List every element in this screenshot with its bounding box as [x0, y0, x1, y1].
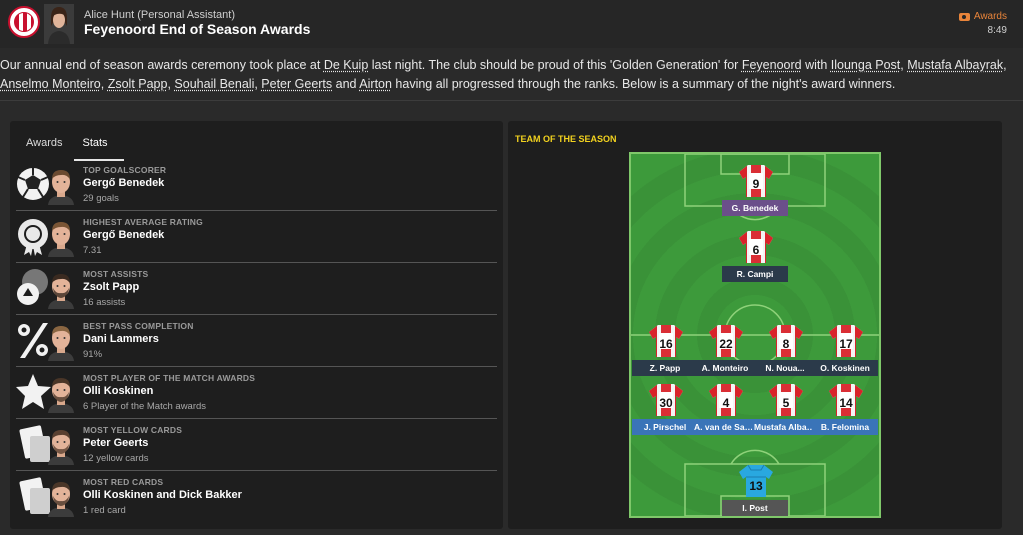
- player-nameplate[interactable]: Z. Papp: [632, 360, 698, 376]
- award-detail: 16 assists: [83, 297, 126, 308]
- award-row[interactable]: MOST RED CARDS Olli Koskinen and Dick Bak…: [16, 471, 497, 523]
- award-row[interactable]: BEST PASS COMPLETION Dani Lammers 91%: [16, 315, 497, 367]
- awards-tag-label: Awards: [973, 11, 1007, 22]
- player-link[interactable]: Anselmo Monteiro: [0, 77, 101, 91]
- message-time: 8:49: [987, 25, 1007, 36]
- award-player-name[interactable]: Olli Koskinen: [83, 385, 153, 397]
- award-detail: 7.31: [83, 245, 102, 256]
- shirt-icon: 13: [738, 464, 774, 498]
- award-player-name[interactable]: Gergő Benedek: [83, 177, 164, 189]
- svg-text:5: 5: [783, 396, 790, 410]
- award-row[interactable]: HIGHEST AVERAGE RATING Gergő Benedek 7.31: [16, 211, 497, 263]
- divider: [0, 100, 1023, 101]
- award-player-name[interactable]: Gergő Benedek: [83, 229, 164, 241]
- club-crest-icon: [8, 6, 40, 38]
- tab-stats[interactable]: Stats: [72, 137, 124, 161]
- player-link[interactable]: Ilounga Post: [831, 58, 901, 72]
- tab-awards[interactable]: Awards: [16, 137, 72, 161]
- player-link[interactable]: Airton: [359, 77, 392, 91]
- award-row[interactable]: MOST ASSISTS Zsolt Papp 16 assists: [16, 263, 497, 315]
- player-nameplate[interactable]: O. Koskinen: [812, 360, 878, 376]
- player-face-avatar[interactable]: [46, 219, 76, 257]
- award-player-name[interactable]: Zsolt Papp: [83, 281, 139, 293]
- player-link[interactable]: Souhail Benali: [174, 77, 254, 91]
- team-of-season-title: TEAM OF THE SEASON: [515, 134, 617, 144]
- sender-name: Alice Hunt (Personal Assistant): [84, 9, 236, 21]
- award-list: TOP GOALSCORER Gergő Benedek 29 goals HIGHE…: [16, 159, 497, 523]
- tag-icon: [958, 12, 970, 21]
- shirt-icon: 17: [828, 324, 864, 358]
- player-nameplate[interactable]: R. Campi: [722, 266, 788, 282]
- player-face-avatar[interactable]: [46, 479, 76, 517]
- assistant-avatar[interactable]: [44, 4, 74, 44]
- player-nameplate[interactable]: B. Felomina: [812, 419, 878, 435]
- award-detail: 12 yellow cards: [83, 453, 149, 464]
- player-nameplate[interactable]: N. Noua...: [752, 360, 818, 376]
- svg-text:16: 16: [659, 337, 673, 351]
- award-category: MOST YELLOW CARDS: [83, 425, 183, 435]
- player-link[interactable]: Peter Geerts: [261, 77, 332, 91]
- award-category: BEST PASS COMPLETION: [83, 321, 194, 331]
- player-face-avatar[interactable]: [46, 271, 76, 309]
- awards-tabs: Awards Stats: [16, 137, 124, 161]
- shirt-icon: 16: [648, 324, 684, 358]
- award-detail: 29 goals: [83, 193, 119, 204]
- svg-text:8: 8: [783, 337, 790, 351]
- svg-text:9: 9: [753, 177, 760, 191]
- svg-text:14: 14: [839, 396, 853, 410]
- player-face-avatar[interactable]: [46, 167, 76, 205]
- awards-tag[interactable]: Awards: [958, 11, 1007, 22]
- award-row[interactable]: MOST YELLOW CARDS Peter Geerts 12 yellow c…: [16, 419, 497, 471]
- award-category: MOST PLAYER OF THE MATCH AWARDS: [83, 373, 256, 383]
- award-player-name[interactable]: Olli Koskinen and Dick Bakker: [83, 489, 242, 501]
- player-face-avatar[interactable]: [46, 427, 76, 465]
- svg-text:22: 22: [719, 337, 733, 351]
- player-nameplate[interactable]: G. Benedek: [722, 200, 788, 216]
- svg-text:4: 4: [723, 396, 730, 410]
- svg-text:17: 17: [839, 337, 853, 351]
- awards-panel: Awards Stats TOP GOALSCORER Gergő Benedek…: [10, 121, 503, 529]
- message-body: Our annual end of season awards ceremony…: [0, 58, 1007, 91]
- shirt-icon: 30: [648, 383, 684, 417]
- award-row[interactable]: MOST PLAYER OF THE MATCH AWARDS Olli Kosk…: [16, 367, 497, 419]
- award-row[interactable]: TOP GOALSCORER Gergő Benedek 29 goals: [16, 159, 497, 211]
- player-nameplate[interactable]: Mustafa Albay...: [752, 419, 818, 435]
- stadium-link[interactable]: De Kuip: [324, 58, 368, 72]
- shirt-icon: 5: [768, 383, 804, 417]
- player-nameplate[interactable]: J. Pirschel: [632, 419, 698, 435]
- award-category: HIGHEST AVERAGE RATING: [83, 217, 203, 227]
- pitch: 9 G. Benedek 6 R. Campi 16 Z. Papp 22 A. Montei…: [629, 152, 881, 518]
- shirt-icon: 9: [738, 164, 774, 198]
- svg-text:6: 6: [753, 243, 760, 257]
- award-detail: 91%: [83, 349, 103, 360]
- message-header: Alice Hunt (Personal Assistant) Feyenoor…: [0, 0, 1023, 48]
- club-link[interactable]: Feyenoord: [742, 58, 802, 72]
- shirt-icon: 6: [738, 230, 774, 264]
- award-category: MOST ASSISTS: [83, 269, 149, 279]
- award-category: MOST RED CARDS: [83, 477, 164, 487]
- player-face-avatar[interactable]: [46, 323, 76, 361]
- shirt-icon: 22: [708, 324, 744, 358]
- player-nameplate[interactable]: A. van de Sande: [692, 419, 758, 435]
- shirt-icon: 14: [828, 383, 864, 417]
- svg-text:30: 30: [659, 396, 673, 410]
- award-player-name[interactable]: Peter Geerts: [83, 437, 148, 449]
- shirt-icon: 8: [768, 324, 804, 358]
- player-link[interactable]: Mustafa Albayrak: [907, 58, 1003, 72]
- award-detail: 1 red card: [83, 505, 126, 516]
- svg-text:13: 13: [749, 479, 763, 493]
- message-subject: Feyenoord End of Season Awards: [84, 21, 311, 37]
- team-of-season-panel: TEAM OF THE SEASON 9 G. Benedek 6 R. Campi 1…: [508, 121, 1002, 529]
- award-player-name[interactable]: Dani Lammers: [83, 333, 159, 345]
- shirt-icon: 4: [708, 383, 744, 417]
- player-face-avatar[interactable]: [46, 375, 76, 413]
- award-detail: 6 Player of the Match awards: [83, 401, 207, 412]
- player-nameplate[interactable]: I. Post: [722, 500, 788, 516]
- player-nameplate[interactable]: A. Monteiro: [692, 360, 758, 376]
- player-link[interactable]: Zsolt Papp: [108, 77, 168, 91]
- award-category: TOP GOALSCORER: [83, 165, 167, 175]
